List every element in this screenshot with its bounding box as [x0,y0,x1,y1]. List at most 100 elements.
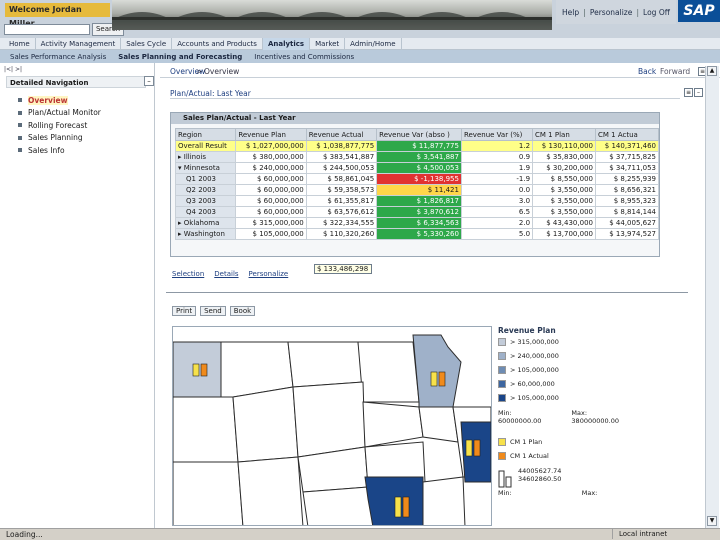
cell: $ 13,700,000 [532,228,596,240]
book-button[interactable]: Book [229,306,256,316]
back-link[interactable]: Back [638,67,656,76]
cell: $ 11,421 [376,184,462,196]
cell: $ 1,038,877,775 [305,140,378,152]
nav-item-overview[interactable]: Overview [18,94,148,107]
table-row: Q4 2003 $ 60,000,000 $ 63,576,612 $ 3,87… [174,206,660,218]
submenu-incentives[interactable]: Incentives and Commissions [248,53,360,61]
col-cm1-actual: CM 1 Actua [594,128,660,141]
cell: $ 34,711,053 [594,162,660,174]
bullet-icon [18,98,22,103]
cell: $ 110,320,260 [305,228,378,240]
nav-item-plan-actual-monitor[interactable]: Plan/Actual Monitor [18,107,148,120]
nav-item-rolling-forecast[interactable]: Rolling Forecast [18,119,148,132]
nav-item-label: Sales Info [28,145,65,155]
legend-minmax: Min: 60000000.00 Max: 380000000.00 [498,409,619,425]
cell: 0.0 [460,184,534,196]
table-header-row: Region Revenue Plan Revenue Actual Reven… [174,128,660,141]
panel-minimize-icon[interactable]: – [694,88,703,97]
personalize-report-link[interactable]: Personalize [249,270,289,280]
menu-home[interactable]: Home [4,37,36,50]
cell: $ 105,000,000 [235,228,307,240]
nav-toggle-icon[interactable]: |<| >| [4,66,24,76]
cell: $ 130,110,000 [532,140,596,152]
menu-admin-home[interactable]: Admin/Home [345,37,402,50]
panel-title: Plan/Actual: Last Year [170,88,680,99]
row-name[interactable]: ▾ Minnesota [174,162,237,174]
send-button[interactable]: Send [200,306,226,316]
scroll-down-icon[interactable]: ▼ [707,516,717,526]
personalize-link[interactable]: Personalize [590,8,633,17]
table-row[interactable]: ▸ Oklahoma $ 315,000,000 $ 322,334,555 $… [174,217,660,229]
value-tooltip: $ 133,486,298 [314,264,372,274]
cell: $ 3,541,887 [376,151,462,163]
print-button[interactable]: Print [172,306,197,316]
cell: $ 8,955,323 [594,195,660,207]
legend-swatch [498,452,506,460]
cell: -1.9 [460,173,534,185]
cell: $ 3,550,000 [532,206,596,218]
bullet-icon [18,148,22,153]
breadcrumb-current: Overview [204,67,240,76]
us-map[interactable] [172,326,492,526]
cell: 2.0 [460,217,534,229]
table-row[interactable]: ▾ Minnesota $ 240,000,000 $ 244,500,053 … [174,162,660,174]
vertical-scrollbar[interactable] [705,66,719,528]
help-link[interactable]: Help [562,8,579,17]
submenu-sales-performance[interactable]: Sales Performance Analysis [4,53,112,61]
search-input[interactable] [4,24,90,35]
menu-analytics[interactable]: Analytics [262,37,311,50]
cell: $ 6,334,563 [376,217,462,229]
table-row[interactable]: ▸ Washington $ 105,000,000 $ 110,320,260… [174,228,660,240]
map-actions: Print Send Book [172,306,262,316]
log-off-link[interactable]: Log Off [643,8,670,17]
row-name[interactable]: ▸ Illinois [174,151,237,163]
row-label: Minnesota [183,164,220,172]
menu-sales-cycle[interactable]: Sales Cycle [121,37,173,50]
legend-title: Revenue Plan [498,326,556,335]
collapse-icon[interactable]: – [144,76,154,86]
separator: | [636,7,639,17]
menu-market[interactable]: Market [310,37,346,50]
breadcrumb: Overview > Overview Back Forward ≡ [160,66,720,78]
row-label: Washington [183,230,225,238]
nav-item-sales-info[interactable]: Sales Info [18,144,148,157]
cell: $ 37,715,825 [594,151,660,163]
legend-item: > 315,000,000 [498,335,618,349]
cell: $ 35,830,000 [532,151,596,163]
top-menu: Home Activity Management Sales Cycle Acc… [0,37,720,50]
table-row[interactable]: ▸ Illinois $ 380,000,000 $ 383,541,887 $… [174,151,660,163]
menu-accounts-products[interactable]: Accounts and Products [172,37,263,50]
max-label: Max: [571,409,588,417]
row-name: Overall Result [174,140,237,152]
table-row: Q3 2003 $ 60,000,000 $ 61,355,817 $ 1,82… [174,195,660,207]
details-link[interactable]: Details [214,270,238,280]
legend-series-label: CM 1 Actual [510,452,549,460]
legend-swatch [498,338,506,346]
bar-scale-icon [498,470,512,488]
bullet-icon [18,110,22,115]
selection-link[interactable]: Selection [172,270,204,280]
cell: 1.9 [460,162,534,174]
submenu-sales-planning[interactable]: Sales Planning and Forecasting [112,53,248,61]
cell: $ 4,500,053 [376,162,462,174]
zone-indicator: Local intranet [612,529,702,539]
nav-item-sales-planning[interactable]: Sales Planning [18,132,148,145]
panel-menu-icon[interactable]: ≡ [684,88,693,97]
forward-link[interactable]: Forward [660,67,690,76]
legend-max: Max: 380000000.00 [571,409,619,425]
row-name[interactable]: ▸ Oklahoma [174,217,237,229]
report-links: Selection Details Personalize [172,270,312,280]
cell: $ 13,974,527 [594,228,660,240]
breadcrumb-arrow: > [196,67,203,76]
col-revenue-var-abs: Revenue Var (abso ) [376,128,462,141]
cell: $ 30,200,000 [532,162,596,174]
cell: $ 3,550,000 [532,184,596,196]
col-revenue-actual: Revenue Actual [305,128,378,141]
cell: $ 63,576,612 [305,206,378,218]
row-name: Q4 2003 [174,206,237,218]
scroll-up-icon[interactable]: ▲ [707,66,717,76]
cell: $ 44,005,627 [594,217,660,229]
menu-activity-management[interactable]: Activity Management [36,37,122,50]
legend-swatch [498,394,506,402]
row-name[interactable]: ▸ Washington [174,228,237,240]
